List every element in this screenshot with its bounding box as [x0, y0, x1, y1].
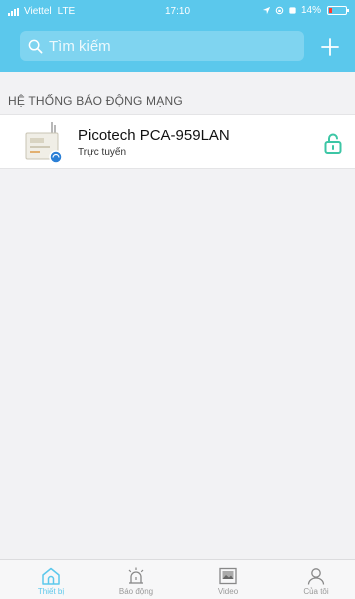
image-icon	[219, 567, 237, 585]
status-bar: Viettel LTE 17:10 14%	[0, 0, 355, 22]
alarm-siren-icon	[128, 567, 144, 584]
unlock-icon[interactable]	[321, 131, 345, 155]
alarm-clock-icon	[289, 7, 296, 14]
bottom-tab-bar: Thiết bị Báo động Video Của tôi	[0, 559, 355, 599]
device-name: Picotech PCA-959LAN	[78, 127, 230, 144]
tab-label: Báo động	[118, 587, 154, 596]
status-indicators: 14%	[262, 5, 349, 16]
location-arrow-icon	[262, 6, 271, 15]
app-header: Viettel LTE 17:10 14%	[0, 0, 355, 72]
tab-label: Của tôi	[303, 587, 329, 596]
battery-percent: 14%	[300, 5, 321, 16]
home-icon	[42, 567, 60, 585]
tab-devices[interactable]: Thiết bị	[16, 560, 86, 599]
user-icon	[307, 568, 325, 585]
tab-video[interactable]: Video	[193, 560, 263, 599]
battery-icon	[327, 6, 349, 15]
add-device-button[interactable]	[315, 32, 345, 62]
tab-alarms[interactable]: Báo động	[101, 560, 171, 599]
plus-icon	[321, 38, 339, 56]
orientation-lock-icon	[275, 6, 284, 15]
section-title: HỆ THỐNG BÁO ĐỘNG MẠNG	[8, 94, 183, 108]
tab-label: Video	[217, 587, 239, 596]
device-status: Trực tuyến	[78, 147, 127, 158]
tab-profile[interactable]: Của tôi	[281, 560, 351, 599]
alarm-panel-device-icon	[25, 122, 63, 164]
search-box[interactable]	[20, 31, 304, 61]
search-input[interactable]	[49, 37, 289, 55]
device-list-item[interactable]: Picotech PCA-959LAN Trực tuyến	[0, 114, 355, 169]
search-icon	[28, 39, 43, 53]
tab-label: Thiết bị	[37, 587, 65, 596]
